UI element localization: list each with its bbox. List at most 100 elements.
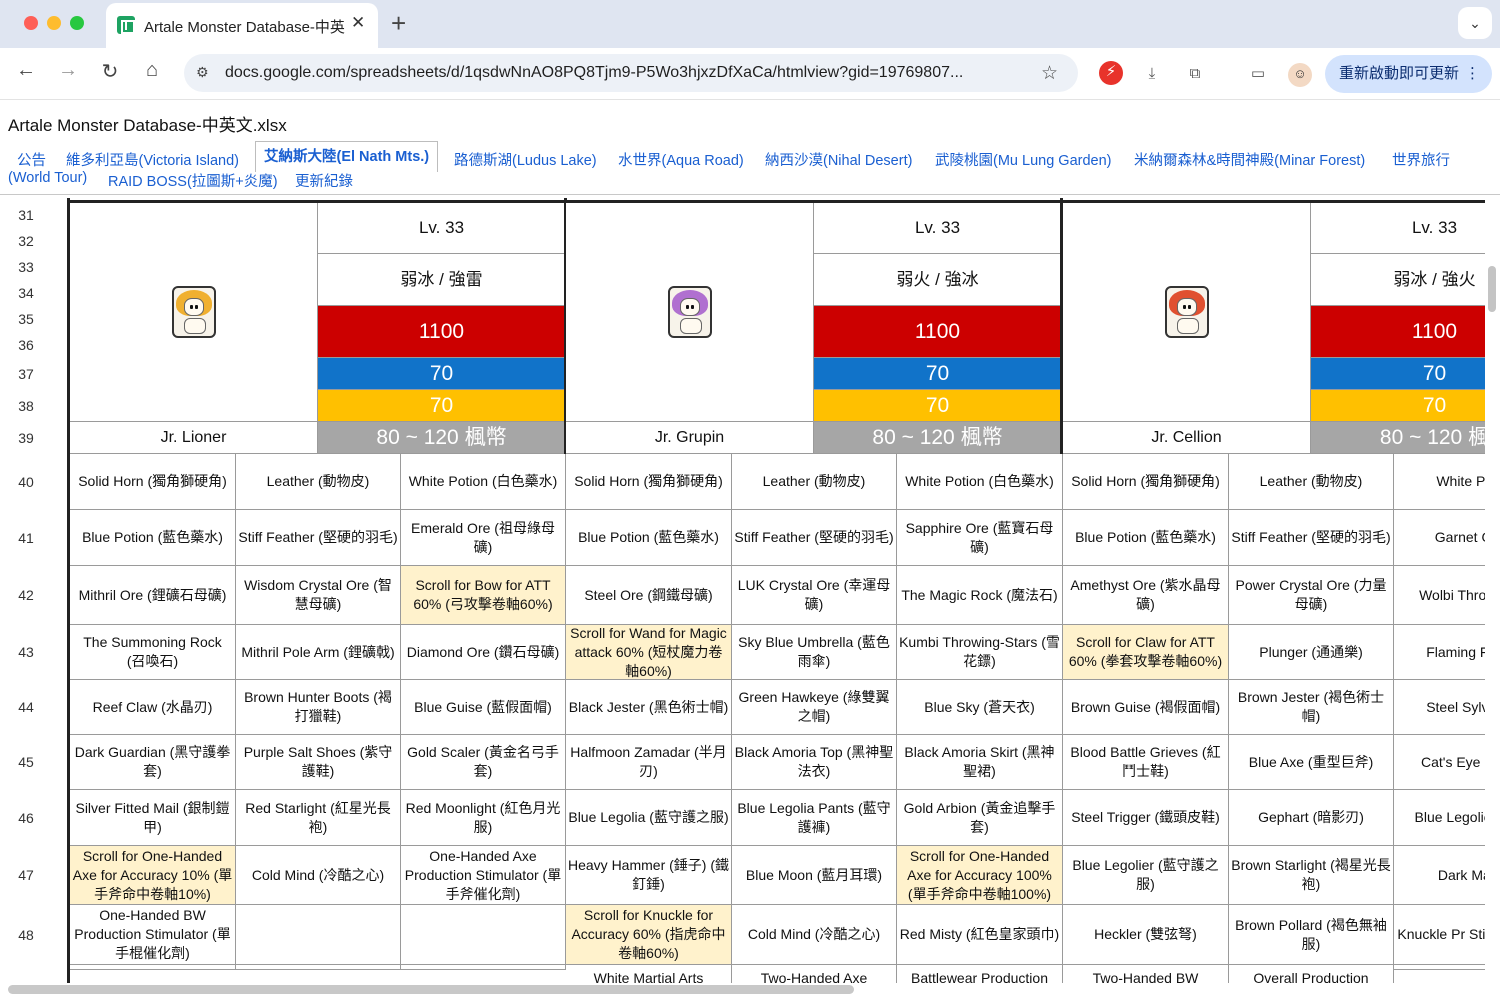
drop-item-cell[interactable]: Heckler (雙弦弩) <box>1063 905 1229 965</box>
drop-item-cell[interactable]: Overall Production <box>1229 965 1394 983</box>
row-header[interactable]: 32 <box>0 228 52 254</box>
drop-item-cell[interactable]: Kumbi Throwing-Stars (雪花鏢) <box>897 625 1063 680</box>
drop-item-cell[interactable]: One-Handed BW Production Stimulator (單手棍… <box>70 905 236 965</box>
drop-item-cell[interactable]: Steel Ore (鋼鐵母礦) <box>566 566 732 625</box>
site-settings-icon[interactable]: ⚙ <box>196 64 209 81</box>
monster-exp[interactable]: 70 <box>318 390 566 422</box>
cast-icon[interactable]: ▭ <box>1247 63 1269 85</box>
monster-name[interactable]: Jr. Lioner <box>70 422 318 454</box>
row-header[interactable]: 47 <box>0 846 52 905</box>
drop-item-cell[interactable]: Silver Fitted Mail (銀制鎧甲) <box>70 790 236 846</box>
drop-item-cell[interactable]: Red Starlight (紅星光長袍) <box>236 790 401 846</box>
row-header[interactable]: 42 <box>0 566 52 625</box>
drop-item-cell[interactable]: Dark Guardian (黑守護拳套) <box>70 735 236 790</box>
drop-item-cell[interactable]: Emerald Ore (祖母綠母礦) <box>401 510 566 566</box>
monster-level[interactable]: Lv. 33 <box>1311 202 1485 254</box>
drop-item-cell[interactable]: Stiff Feather (堅硬的羽毛) <box>732 510 897 566</box>
monster-exp[interactable]: 70 <box>1311 390 1485 422</box>
minimize-window-icon[interactable] <box>47 16 61 30</box>
drop-item-cell[interactable]: Blue Legolia (藍守護之服) <box>566 790 732 846</box>
row-header[interactable]: 41 <box>0 510 52 566</box>
drop-item-cell[interactable]: Mithril Pole Arm (鋰礦戟) <box>236 625 401 680</box>
drop-item-cell[interactable] <box>401 965 566 970</box>
drop-item-cell[interactable] <box>70 965 236 970</box>
monster-meso[interactable]: 80 ~ 120 楓幣 <box>318 422 566 454</box>
row-header[interactable]: 46 <box>0 790 52 846</box>
drop-item-cell[interactable] <box>401 905 566 965</box>
drop-item-cell[interactable]: The Magic Rock (魔法石) <box>897 566 1063 625</box>
drop-item-cell[interactable]: Scroll for Bow for ATT 60% (弓攻擊卷軸60%) <box>401 566 566 625</box>
drop-item-cell[interactable]: Stiff Feather (堅硬的羽毛) <box>1229 510 1394 566</box>
update-button[interactable]: 重新啟動即可更新 ⋮ <box>1325 55 1492 93</box>
drop-item-cell[interactable]: White Potion (白色藥水) <box>401 454 566 510</box>
close-window-icon[interactable] <box>24 16 38 30</box>
drop-item-cell[interactable]: Scroll for One-Handed Axe for Accuracy 1… <box>70 846 236 905</box>
reload-icon[interactable]: ↻ <box>96 59 124 84</box>
row-header[interactable]: 40 <box>0 454 52 510</box>
drop-item-cell[interactable]: Steel Trigger (鐵頭皮鞋) <box>1063 790 1229 846</box>
drop-item-cell[interactable]: Sapphire Ore (藍寶石母礦) <box>897 510 1063 566</box>
back-icon[interactable]: ← <box>12 59 40 82</box>
drop-item-cell[interactable]: Reef Claw (水晶刃) <box>70 680 236 735</box>
drop-item-cell[interactable]: Blue Legolier (藍守護之服) <box>1063 846 1229 905</box>
drop-item-cell[interactable]: Solid Horn (獨角獅硬角) <box>1063 454 1229 510</box>
drop-item-cell[interactable]: Gold Arbion (黃金追擊手套) <box>897 790 1063 846</box>
row-header[interactable]: 44 <box>0 680 52 735</box>
sheet-tab-world-tour[interactable]: 世界旅行 <box>1392 149 1450 170</box>
sheet-tab-mu-lung[interactable]: 武陵桃園(Mu Lung Garden) <box>935 149 1111 170</box>
row-header[interactable]: 31 <box>0 202 52 228</box>
drop-item-cell[interactable] <box>236 965 401 970</box>
drop-item-cell[interactable]: Dark Matty ( <box>1394 846 1485 905</box>
monster-exp[interactable]: 70 <box>814 390 1062 422</box>
drop-item-cell[interactable]: Brown Hunter Boots (褐打獵鞋) <box>236 680 401 735</box>
sheet-tab-victoria[interactable]: 維多利亞島(Victoria Island) <box>66 149 239 170</box>
drop-item-cell[interactable]: Blue Potion (藍色藥水) <box>70 510 236 566</box>
drop-item-cell[interactable]: Knuckle Pr Stimulator (扌 <box>1394 905 1485 965</box>
vertical-scrollbar[interactable] <box>1488 266 1496 312</box>
row-header[interactable]: 34 <box>0 280 52 306</box>
drop-item-cell[interactable]: Blue Moon (藍月耳環) <box>732 846 897 905</box>
drop-item-cell[interactable]: White Potion <box>1394 454 1485 510</box>
monster-level[interactable]: Lv. 33 <box>814 202 1062 254</box>
drop-item-cell[interactable]: Scroll for Knuckle for Accuracy 60% (指虎命… <box>566 905 732 965</box>
drop-item-cell[interactable]: Amethyst Ore (紫水晶母礦) <box>1063 566 1229 625</box>
drop-item-cell[interactable]: Brown Starlight (褐星光長袍) <box>1229 846 1394 905</box>
drop-item-cell[interactable]: Blue Potion (藍色藥水) <box>1063 510 1229 566</box>
drop-item-cell[interactable]: Black Amoria Top (黑神聖法衣) <box>732 735 897 790</box>
drop-item-cell[interactable]: Power Crystal Ore (力量母礦) <box>1229 566 1394 625</box>
drop-item-cell[interactable]: Sky Blue Umbrella (藍色雨傘) <box>732 625 897 680</box>
row-header[interactable]: 37 <box>0 358 52 390</box>
drop-item-cell[interactable]: Leather (動物皮) <box>236 454 401 510</box>
drop-item-cell[interactable]: Blue Legolia Pants (藍守護褲) <box>732 790 897 846</box>
drop-item-cell[interactable]: Blue Axe (重型巨斧) <box>1229 735 1394 790</box>
sheet-tab-nihal[interactable]: 納西沙漠(Nihal Desert) <box>765 149 912 170</box>
drop-item-cell[interactable]: Garnet Ore (: <box>1394 510 1485 566</box>
tab-search-icon[interactable]: ⌄ <box>1458 7 1492 39</box>
row-header[interactable]: 33 <box>0 254 52 280</box>
monster-meso[interactable]: 80 ~ 120 楓幣 <box>814 422 1062 454</box>
drop-item-cell[interactable]: The Summoning Rock (召喚石) <box>70 625 236 680</box>
drop-item-cell[interactable]: Halfmoon Zamadar (半月刃) <box>566 735 732 790</box>
drop-item-cell[interactable]: Mithril Ore (鋰礦石母礦) <box>70 566 236 625</box>
monster-meso[interactable]: 80 ~ 120 楓 <box>1311 422 1485 454</box>
drop-item-cell[interactable]: Diamond Ore (鑽石母礦) <box>401 625 566 680</box>
drop-item-cell[interactable]: Red Misty (紅色皇家頭巾) <box>897 905 1063 965</box>
drop-item-cell[interactable]: Black Jester (黑色術士帽) <box>566 680 732 735</box>
monster-sprite-cell[interactable] <box>1063 202 1311 422</box>
drop-item-cell[interactable]: Black Amoria Skirt (黑神聖裙) <box>897 735 1063 790</box>
drop-item-cell[interactable] <box>236 905 401 965</box>
sheet-tab-raid-boss[interactable]: RAID BOSS(拉圖斯+炎魔) <box>108 170 278 191</box>
spreadsheet-grid[interactable]: 31 32 33 34 35 36 37 38 39 40 41 42 43 44 45 46 47 48 Lv.… <box>0 198 1485 983</box>
monster-sprite-cell[interactable] <box>70 202 318 422</box>
monster-element[interactable]: 弱冰 / 強雷 <box>318 254 566 306</box>
row-header[interactable]: 45 <box>0 735 52 790</box>
profile-avatar-icon[interactable]: ☺ <box>1288 63 1312 87</box>
extension-red-icon[interactable]: ⚡ <box>1099 61 1123 85</box>
drop-item-cell[interactable]: Two-Handed Axe <box>732 965 897 983</box>
drop-item-cell[interactable]: Flaming Feat 毛 <box>1394 625 1485 680</box>
drop-item-cell[interactable]: Cold Mind (冷酷之心) <box>236 846 401 905</box>
monster-hp[interactable]: 1100 <box>1311 306 1485 358</box>
drop-item-cell[interactable]: Solid Horn (獨角獅硬角) <box>70 454 236 510</box>
drop-item-cell[interactable]: Blue Guise (藍假面帽) <box>401 680 566 735</box>
sheet-tab-aqua[interactable]: 水世界(Aqua Road) <box>618 149 744 170</box>
